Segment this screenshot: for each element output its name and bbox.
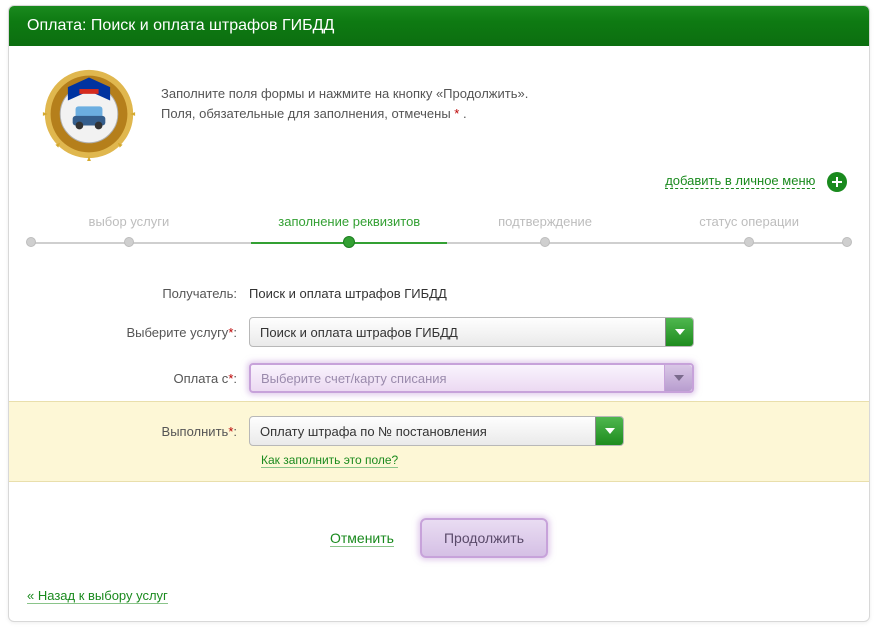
page-header: Оплата: Поиск и оплата штрафов ГИБДД — [9, 6, 869, 46]
wizard-steps: выбор услуги заполнение реквизитов подтв… — [31, 214, 847, 254]
select-perform-value: Оплату штрафа по № постановления — [260, 424, 487, 439]
back-to-services-link[interactable]: « Назад к выбору услуг — [27, 588, 168, 604]
chevron-down-icon — [595, 417, 623, 445]
wizard-end-dot — [26, 237, 36, 247]
select-service-value: Поиск и оплата штрафов ГИБДД — [260, 325, 458, 340]
intro-line1: Заполните поля формы и нажмите на кнопку… — [161, 84, 528, 104]
help-how-to-fill-link[interactable]: Как заполнить это поле? — [261, 453, 398, 468]
wizard-step-select-service: выбор услуги — [29, 214, 229, 229]
page-title: Оплата: Поиск и оплата штрафов ГИБДД — [27, 17, 334, 34]
label-pay-from: Оплата с*: — [9, 371, 249, 386]
wizard-end-dot — [842, 237, 852, 247]
label-select-service: Выберите услугу*: — [9, 325, 249, 340]
wizard-step-status: статус операции — [649, 214, 849, 229]
label-recipient: Получатель: — [9, 286, 249, 301]
step-dot — [540, 237, 550, 247]
add-to-favorites-link[interactable]: добавить в личное меню — [665, 173, 815, 189]
cancel-link[interactable]: Отменить — [330, 530, 394, 547]
select-perform[interactable]: Оплату штрафа по № постановления — [249, 416, 624, 446]
wizard-step-fill-details: заполнение реквизитов — [249, 214, 449, 229]
step-dot — [124, 237, 134, 247]
continue-button[interactable]: Продолжить — [420, 518, 548, 558]
chevron-down-icon — [664, 365, 692, 391]
value-recipient: Поиск и оплата штрафов ГИБДД — [249, 286, 839, 301]
label-perform: Выполнить*: — [9, 424, 249, 439]
step-dot — [744, 237, 754, 247]
wizard-step-confirm: подтверждение — [445, 214, 645, 229]
select-service[interactable]: Поиск и оплата штрафов ГИБДД — [249, 317, 694, 347]
chevron-down-icon — [665, 318, 693, 346]
plus-icon[interactable] — [827, 172, 847, 192]
step-dot — [343, 236, 355, 248]
intro-line2: Поля, обязательные для заполнения, отмеч… — [161, 104, 528, 124]
intro-text: Заполните поля формы и нажмите на кнопку… — [137, 66, 528, 162]
select-pay-from[interactable]: Выберите счет/карту списания — [249, 363, 694, 393]
gibdd-badge-icon — [41, 66, 137, 162]
select-pay-from-placeholder: Выберите счет/карту списания — [261, 371, 447, 386]
